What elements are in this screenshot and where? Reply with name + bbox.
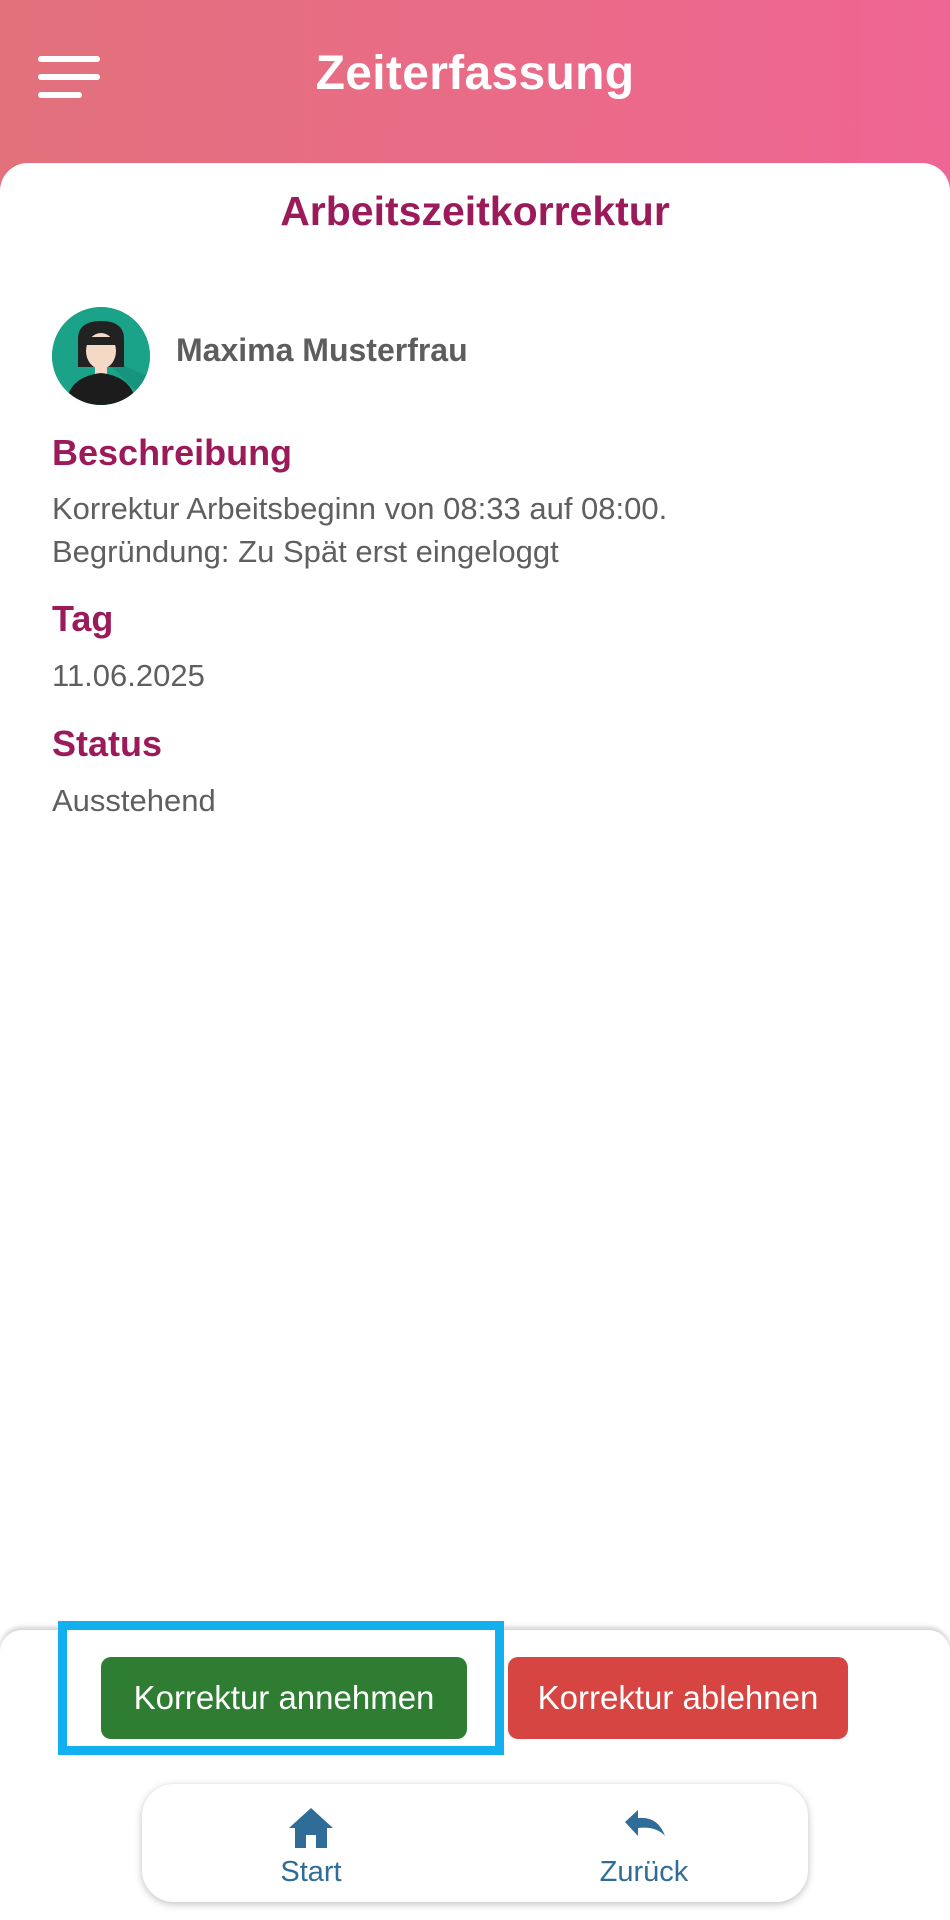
status-label: Status bbox=[52, 723, 163, 764]
nav-start[interactable]: Start bbox=[211, 1784, 411, 1902]
app-title: Zeiterfassung bbox=[315, 47, 635, 100]
home-icon bbox=[289, 1808, 333, 1848]
description-label: Beschreibung bbox=[52, 432, 293, 473]
status-value: Ausstehend bbox=[52, 783, 216, 818]
nav-back-label: Zurück bbox=[599, 1856, 689, 1888]
nav-back[interactable]: Zurück bbox=[544, 1784, 744, 1902]
description-line-1: Korrektur Arbeitsbeginn von 08:33 auf 08… bbox=[52, 491, 668, 526]
app-header: Zeiterfassung bbox=[0, 0, 950, 165]
undo-arrow-icon bbox=[625, 1810, 665, 1836]
page-title: Arbeitszeitkorrektur bbox=[280, 188, 670, 234]
description-line-2: Begründung: Zu Spät erst eingeloggt bbox=[52, 534, 559, 569]
nav-start-label: Start bbox=[280, 1856, 342, 1888]
user-name: Maxima Musterfrau bbox=[176, 332, 468, 368]
accept-correction-button[interactable]: Korrektur annehmen bbox=[101, 1657, 467, 1739]
reject-correction-button[interactable]: Korrektur ablehnen bbox=[508, 1657, 848, 1739]
day-value: 11.06.2025 bbox=[52, 658, 205, 693]
user-avatar-icon bbox=[52, 307, 150, 405]
description-value: Korrektur Arbeitsbeginn von 08:33 auf 08… bbox=[52, 487, 912, 573]
bottom-nav: Start Zurück bbox=[142, 1784, 808, 1902]
day-label: Tag bbox=[52, 598, 114, 639]
